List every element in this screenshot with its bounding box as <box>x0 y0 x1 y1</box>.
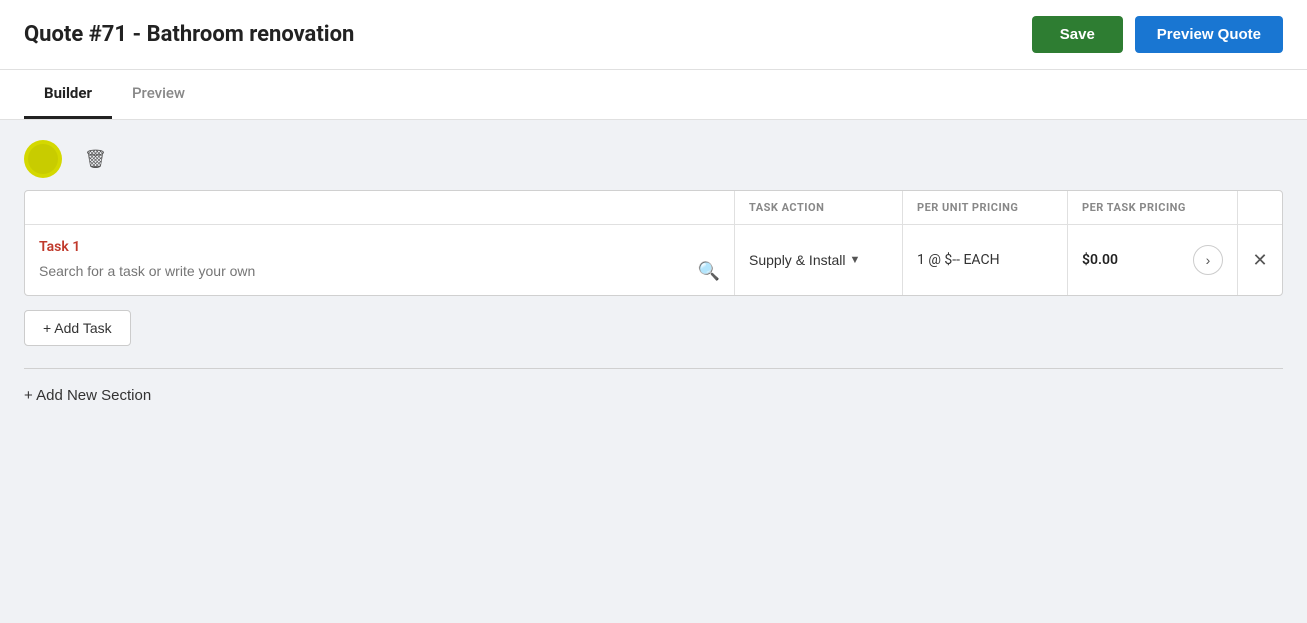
per-unit-header: PER UNIT PRICING <box>903 191 1068 224</box>
task-search-area: Task 1 🔍 <box>25 225 735 295</box>
task-table-header: TASK ACTION PER UNIT PRICING PER TASK PR… <box>25 191 1282 225</box>
dropdown-arrow-icon: ▼ <box>850 254 861 266</box>
header-title: Quote #71 - Bathroom renovation <box>24 22 354 47</box>
close-cell: ✕ <box>1238 225 1282 295</box>
per-task-header: PER TASK PRICING <box>1068 191 1238 224</box>
tab-preview[interactable]: Preview <box>112 70 205 119</box>
task-action-dropdown[interactable]: Supply & Install ▼ <box>749 252 860 268</box>
tab-builder[interactable]: Builder <box>24 70 112 119</box>
task-label: Task 1 <box>39 239 720 255</box>
section-toolbar: 🗑 <box>24 140 1283 178</box>
per-task-value: $0.00 <box>1082 252 1118 268</box>
task-action-cell: Supply & Install ▼ <box>735 225 903 295</box>
tabs-bar: Builder Preview <box>0 70 1307 120</box>
save-button[interactable]: Save <box>1032 16 1123 53</box>
close-header <box>1238 191 1282 224</box>
close-icon: ✕ <box>1252 250 1267 271</box>
task-search-input[interactable] <box>39 263 690 279</box>
task-action-label: Supply & Install <box>749 252 846 268</box>
section-divider <box>24 368 1283 369</box>
section-color-button[interactable] <box>24 140 62 178</box>
quote-number: Quote #71 <box>24 22 127 47</box>
header: Quote #71 - Bathroom renovation Save Pre… <box>0 0 1307 70</box>
table-row: Task 1 🔍 Supply & Install ▼ 1 @ $-- EACH… <box>25 225 1282 295</box>
search-icon: 🔍 <box>698 261 720 282</box>
remove-task-button[interactable]: ✕ <box>1252 250 1267 271</box>
preview-quote-button[interactable]: Preview Quote <box>1135 16 1283 53</box>
header-actions: Save Preview Quote <box>1032 16 1283 53</box>
task-table: TASK ACTION PER UNIT PRICING PER TASK PR… <box>24 190 1283 296</box>
quote-title: Bathroom renovation <box>147 22 355 47</box>
task-expand-button[interactable]: › <box>1193 245 1223 275</box>
search-row: 🔍 <box>39 261 720 282</box>
add-new-section-button[interactable]: + Add New Section <box>24 387 151 404</box>
trash-icon: 🗑 <box>84 149 107 170</box>
add-task-button[interactable]: + Add Task <box>24 310 131 346</box>
per-task-cell: $0.00 › <box>1068 225 1238 295</box>
task-description-header <box>25 191 735 224</box>
task-action-header: TASK ACTION <box>735 191 903 224</box>
per-unit-value: 1 @ $-- EACH <box>917 252 1000 268</box>
chevron-right-icon: › <box>1206 252 1211 268</box>
delete-section-button[interactable]: 🗑 <box>78 143 113 176</box>
per-unit-cell: 1 @ $-- EACH <box>903 225 1068 295</box>
main-content: 🗑 TASK ACTION PER UNIT PRICING PER TASK … <box>0 120 1307 600</box>
section-color-swatch <box>28 144 58 174</box>
title-separator: - <box>132 22 146 47</box>
